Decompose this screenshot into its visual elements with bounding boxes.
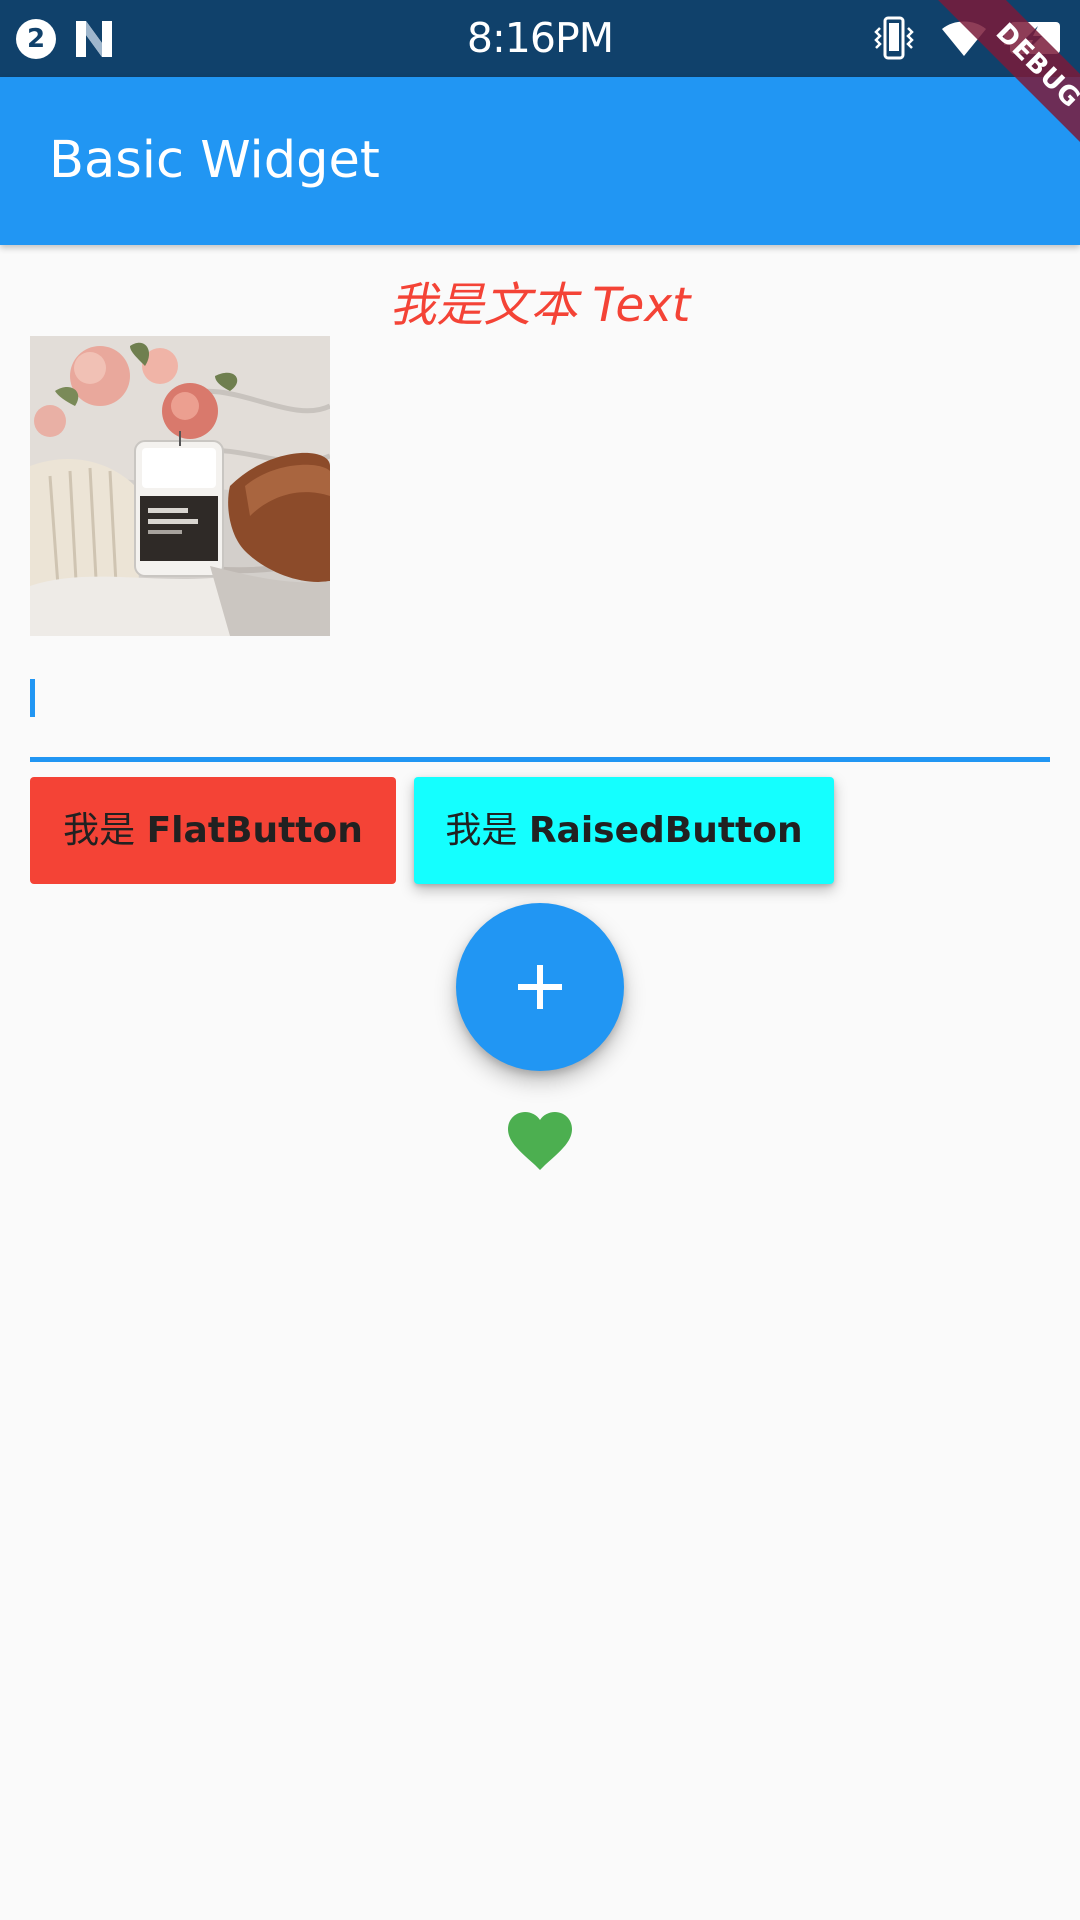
- flat-button-prefix: 我是: [63, 810, 136, 851]
- photo-image: [30, 336, 330, 636]
- page-title: Basic Widget: [49, 131, 380, 190]
- plus-icon: [518, 965, 562, 1009]
- wifi-icon: [942, 21, 986, 56]
- app-bar: Basic Widget: [0, 77, 1080, 245]
- raised-button-prefix: 我是: [445, 810, 518, 851]
- flat-button-label: FlatButton: [146, 810, 363, 851]
- flat-button[interactable]: 我是 FlatButton: [30, 777, 396, 884]
- text-caret: [30, 679, 35, 717]
- screen: 2 8:16PM Basic Widget DEBUG 我是文本 Text 我是…: [0, 0, 1080, 1920]
- hero-text: 我是文本 Text: [389, 278, 691, 333]
- heart-icon[interactable]: [508, 1112, 572, 1172]
- text-input[interactable]: [30, 660, 1050, 762]
- status-bar: 2 8:16PM: [0, 0, 1080, 77]
- raised-button-label: RaisedButton: [528, 810, 803, 851]
- text-input-underline: [30, 757, 1050, 762]
- status-time: 8:16PM: [466, 14, 614, 62]
- raised-button[interactable]: 我是 RaisedButton: [414, 777, 834, 884]
- battery-charging-icon: [1004, 22, 1060, 54]
- add-fab-button[interactable]: [456, 903, 624, 1071]
- vibrate-icon: [874, 16, 914, 60]
- photo-icon: [30, 336, 330, 636]
